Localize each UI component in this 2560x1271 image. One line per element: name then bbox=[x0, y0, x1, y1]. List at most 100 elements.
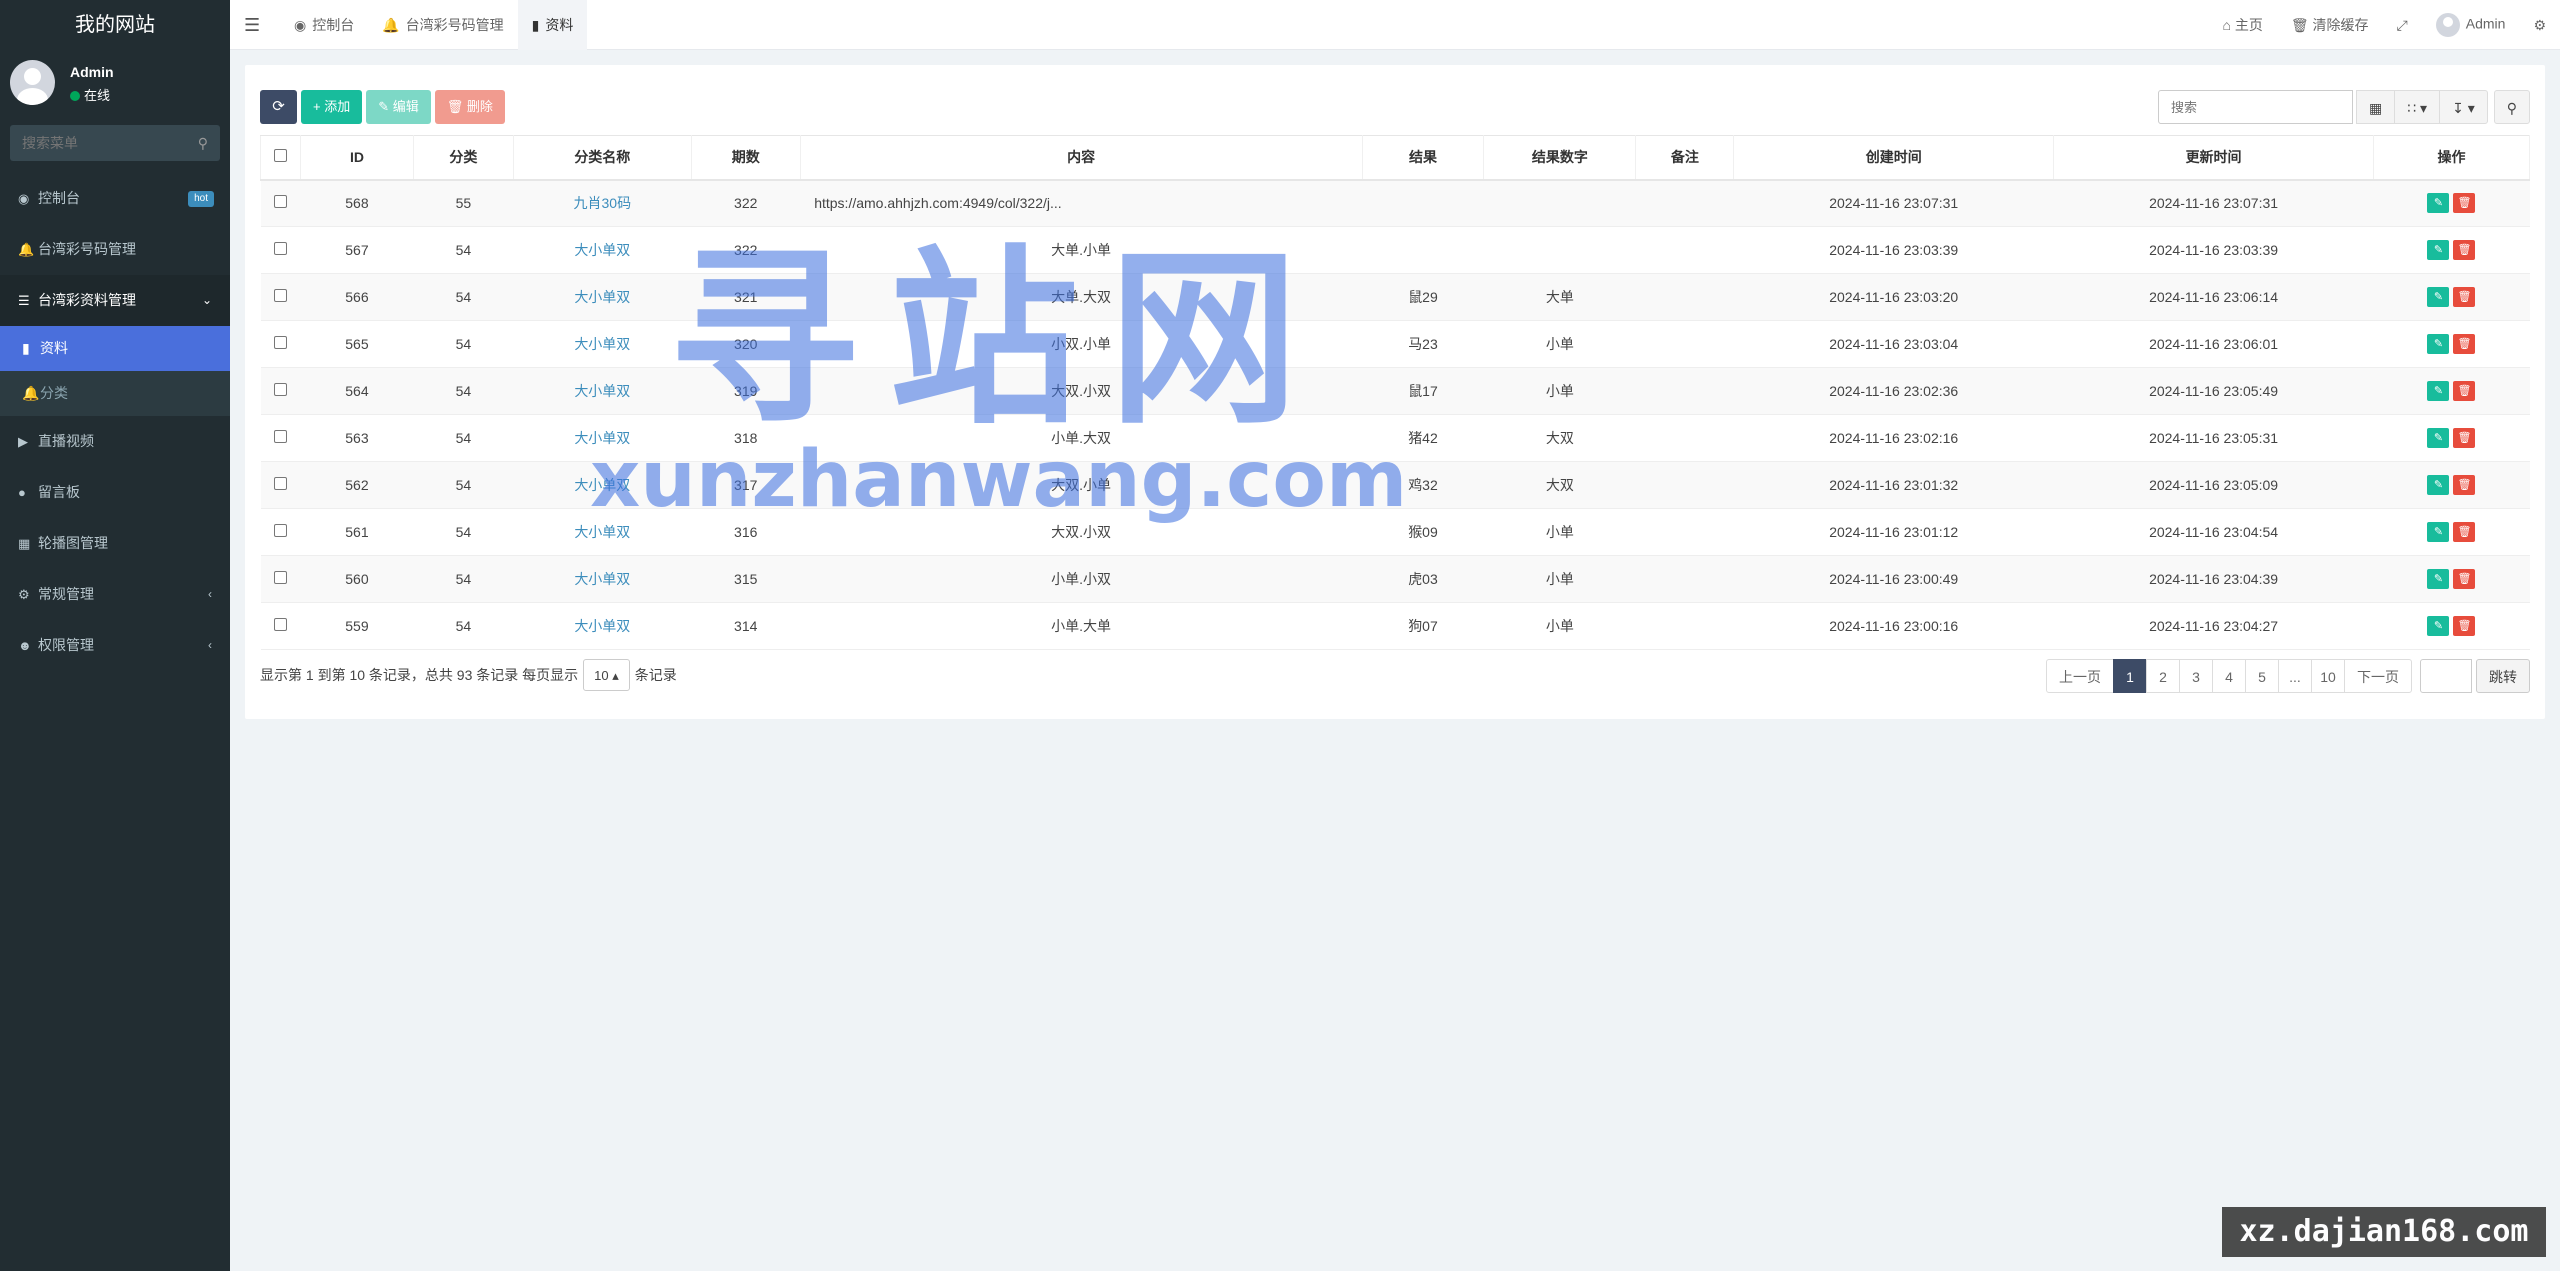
row-select[interactable] bbox=[260, 461, 301, 509]
col-content[interactable]: 内容 bbox=[799, 135, 1363, 181]
row-edit-button[interactable]: ✎ bbox=[2427, 334, 2450, 354]
cell-category-name[interactable]: 大小单双 bbox=[513, 602, 692, 650]
cell-category-name[interactable]: 大小单双 bbox=[513, 508, 692, 556]
row-delete-button[interactable]: 🗑 bbox=[2453, 475, 2476, 495]
row-edit-button[interactable]: ✎ bbox=[2427, 616, 2450, 636]
delete-button[interactable]: 🗑 删除 bbox=[434, 90, 505, 124]
cell-actions[interactable]: ✎ 🗑 bbox=[2373, 508, 2530, 556]
fullscreen-icon[interactable]: ⤢ bbox=[2397, 17, 2408, 34]
sidebar-item-live-video[interactable]: ▶ 直播视频 bbox=[0, 416, 230, 467]
col-period[interactable]: 期数 bbox=[690, 135, 801, 181]
col-created-time[interactable]: 创建时间 bbox=[1733, 135, 2055, 181]
row-edit-button[interactable]: ✎ bbox=[2427, 522, 2450, 542]
cell-actions[interactable]: ✎ 🗑 bbox=[2373, 179, 2530, 227]
row-delete-button[interactable]: 🗑 bbox=[2453, 569, 2476, 589]
col-category[interactable]: 分类 bbox=[412, 135, 514, 181]
table-row[interactable]: 562 54 大小单双 317 大双.小单 鸡32 大双 2024-11-16 23:01:3… bbox=[260, 461, 2530, 509]
columns-button[interactable]: ∷ ▾ bbox=[2394, 90, 2441, 124]
cell-category-name[interactable]: 大小单双 bbox=[513, 226, 692, 274]
page-1[interactable]: 1 bbox=[2113, 659, 2147, 693]
tab-number-management[interactable]: 🔔 台湾彩号码管理 bbox=[368, 0, 517, 50]
row-delete-button[interactable]: 🗑 bbox=[2453, 522, 2476, 542]
table-row[interactable]: 564 54 大小单双 319 大双.小双 鼠17 小单 2024-11-16 23:02:3… bbox=[260, 367, 2530, 415]
col-result-number[interactable]: 结果数字 bbox=[1483, 135, 1637, 181]
row-edit-button[interactable]: ✎ bbox=[2427, 569, 2450, 589]
row-select[interactable] bbox=[260, 273, 301, 321]
sidebar-item-data[interactable]: ▮ 资料 bbox=[0, 326, 230, 371]
sidebar-item-carousel[interactable]: ▦ 轮播图管理 bbox=[0, 518, 230, 569]
settings-gear-icon[interactable]: ⚙ bbox=[2533, 17, 2546, 34]
next-page-button[interactable]: 下一页 bbox=[2344, 659, 2412, 693]
page-jump-button[interactable]: 跳转 bbox=[2476, 659, 2530, 693]
sidebar-item-data-management[interactable]: ☰ 台湾彩资料管理 ⌄ bbox=[0, 275, 230, 326]
row-select[interactable] bbox=[260, 367, 301, 415]
advanced-search-button[interactable]: ⚲ bbox=[2493, 90, 2530, 124]
cell-category-name[interactable]: 大小单双 bbox=[513, 273, 692, 321]
menu-toggle-icon[interactable]: ☰ bbox=[244, 0, 260, 50]
edit-button[interactable]: ✎ 编辑 bbox=[366, 90, 431, 124]
sidebar-item-number-management[interactable]: 🔔 台湾彩号码管理 bbox=[0, 224, 230, 275]
tab-data[interactable]: ▮ 资料 bbox=[517, 0, 588, 50]
search-input[interactable] bbox=[2158, 90, 2354, 124]
search-icon[interactable]: ⚲ bbox=[198, 135, 208, 152]
sidebar-search-input[interactable] bbox=[10, 125, 220, 161]
table-row[interactable]: 559 54 大小单双 314 小单.大单 狗07 小单 2024-11-16 23:00:1… bbox=[260, 602, 2530, 650]
table-row[interactable]: 561 54 大小单双 316 大双.小双 猴09 小单 2024-11-16 23:01:1… bbox=[260, 508, 2530, 556]
cell-actions[interactable]: ✎ 🗑 bbox=[2373, 555, 2530, 603]
cell-actions[interactable]: ✎ 🗑 bbox=[2373, 367, 2530, 415]
page-jump-input[interactable] bbox=[2420, 659, 2472, 693]
row-checkbox[interactable] bbox=[273, 430, 287, 443]
add-button[interactable]: + 添加 bbox=[301, 90, 363, 124]
select-all-header[interactable] bbox=[260, 135, 301, 181]
row-checkbox[interactable] bbox=[273, 383, 287, 396]
page-5[interactable]: 5 bbox=[2245, 659, 2279, 693]
page-size-select[interactable]: 10 ▴ bbox=[583, 659, 630, 691]
refresh-button[interactable]: ⟳ bbox=[260, 90, 297, 124]
table-row[interactable]: 565 54 大小单双 320 小双.小单 马23 小单 2024-11-16 23:03:0… bbox=[260, 320, 2530, 368]
prev-page-button[interactable]: 上一页 bbox=[2046, 659, 2114, 693]
row-checkbox[interactable] bbox=[273, 289, 287, 302]
table-row[interactable]: 568 55 九肖30码 322 https://amo.ahhjzh.com:4949… bbox=[260, 179, 2530, 227]
col-category-name[interactable]: 分类名称 bbox=[512, 135, 692, 181]
cell-category-name[interactable]: 大小单双 bbox=[513, 367, 692, 415]
admin-menu[interactable]: Admin bbox=[2435, 13, 2505, 37]
col-updated-time[interactable]: 更新时间 bbox=[2053, 135, 2374, 181]
home-link[interactable]: ⌂ 主页 bbox=[2223, 15, 2263, 35]
row-edit-button[interactable]: ✎ bbox=[2427, 287, 2450, 307]
cell-category-name[interactable]: 大小单双 bbox=[513, 414, 692, 462]
row-checkbox[interactable] bbox=[273, 477, 287, 490]
cell-category-name[interactable]: 大小单双 bbox=[513, 555, 692, 603]
table-row[interactable]: 566 54 大小单双 321 大单.大双 鼠29 大单 2024-11-16 23:03:2… bbox=[260, 273, 2530, 321]
row-delete-button[interactable]: 🗑 bbox=[2453, 381, 2476, 401]
row-select[interactable] bbox=[260, 179, 301, 227]
col-id[interactable]: ID bbox=[299, 135, 414, 181]
row-checkbox[interactable] bbox=[273, 524, 287, 537]
row-checkbox[interactable] bbox=[273, 195, 287, 209]
page-2[interactable]: 2 bbox=[2146, 659, 2180, 693]
row-checkbox[interactable] bbox=[273, 336, 287, 349]
row-edit-button[interactable]: ✎ bbox=[2427, 428, 2450, 448]
row-edit-button[interactable]: ✎ bbox=[2427, 475, 2450, 495]
row-select[interactable] bbox=[260, 414, 301, 462]
row-edit-button[interactable]: ✎ bbox=[2427, 240, 2450, 260]
sidebar-item-general[interactable]: ⚙ 常规管理 ‹ bbox=[0, 569, 230, 620]
tab-dashboard[interactable]: ◉ 控制台 bbox=[280, 0, 368, 50]
cell-actions[interactable]: ✎ 🗑 bbox=[2373, 414, 2530, 462]
cell-actions[interactable]: ✎ 🗑 bbox=[2373, 226, 2530, 274]
page-3[interactable]: 3 bbox=[2179, 659, 2213, 693]
export-button[interactable]: ↧ ▾ bbox=[2439, 90, 2488, 124]
sidebar-item-message-board[interactable]: ● 留言板 bbox=[0, 467, 230, 518]
row-delete-button[interactable]: 🗑 bbox=[2453, 334, 2476, 354]
row-delete-button[interactable]: 🗑 bbox=[2453, 287, 2476, 307]
row-select[interactable] bbox=[260, 226, 301, 274]
row-edit-button[interactable]: ✎ bbox=[2427, 381, 2450, 401]
row-checkbox[interactable] bbox=[273, 571, 287, 584]
cell-actions[interactable]: ✎ 🗑 bbox=[2373, 320, 2530, 368]
site-logo[interactable]: 我的网站 bbox=[0, 0, 230, 50]
sidebar-item-category[interactable]: 🔔分类 bbox=[0, 371, 230, 416]
row-select[interactable] bbox=[260, 320, 301, 368]
row-delete-button[interactable]: 🗑 bbox=[2453, 193, 2476, 214]
table-row[interactable]: 567 54 大小单双 322 大单.小单 2024-11-16 23:03:39 2024… bbox=[260, 226, 2530, 274]
select-all-checkbox[interactable] bbox=[273, 149, 287, 163]
row-edit-button[interactable]: ✎ bbox=[2427, 193, 2450, 214]
